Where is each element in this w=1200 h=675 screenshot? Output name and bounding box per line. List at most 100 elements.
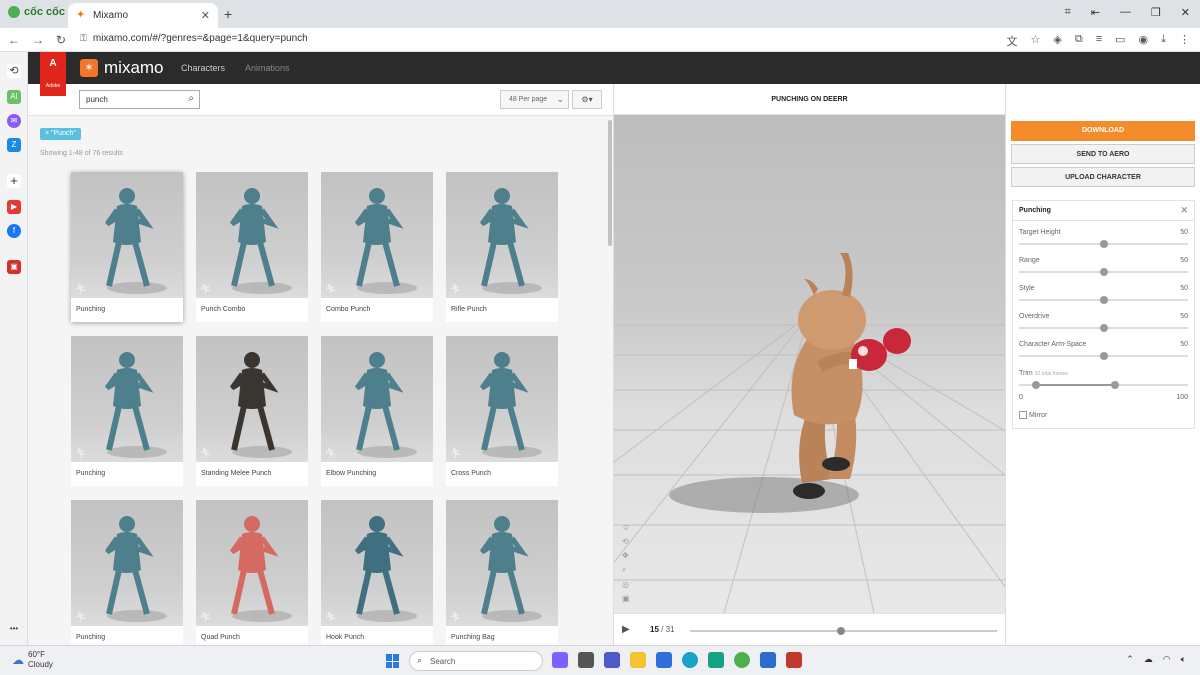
start-button[interactable]	[386, 654, 400, 668]
param-knob[interactable]	[1099, 296, 1108, 304]
timeline-knob[interactable]	[837, 627, 846, 635]
mirror-checkbox[interactable]	[1019, 411, 1027, 419]
animation-card[interactable]: 🏃︎ Rifle Punch	[446, 172, 558, 322]
close-window-icon[interactable]: ✕	[1181, 6, 1190, 19]
teams-icon[interactable]	[604, 652, 620, 668]
character-icon[interactable]: ☺	[622, 523, 630, 532]
search-input[interactable]: punch ⌕	[79, 90, 200, 109]
param-knob[interactable]	[1099, 324, 1108, 332]
param-slider[interactable]	[1019, 352, 1188, 360]
add-panel-icon[interactable]: +	[7, 174, 21, 188]
screenshot-icon[interactable]: ⌗	[1064, 6, 1070, 19]
store-icon[interactable]	[656, 652, 672, 668]
ai-assistant-icon[interactable]: AI	[7, 90, 21, 104]
pan-icon[interactable]: ✥	[622, 551, 630, 560]
history-icon[interactable]: ⟲	[7, 64, 21, 78]
facebook-icon[interactable]: f	[7, 224, 21, 238]
messenger-icon[interactable]: ✉	[7, 114, 21, 128]
reset-view-icon[interactable]: ◎	[622, 580, 630, 589]
close-icon[interactable]: ✕	[1180, 205, 1188, 216]
word-icon[interactable]	[760, 652, 776, 668]
back-history-icon[interactable]: ⇤	[1091, 6, 1100, 19]
url-field[interactable]: ⚿ mixamo.com/#/?genres=&page=1&query=pun…	[80, 33, 308, 44]
filter-chip[interactable]: × "Punch"	[40, 128, 81, 140]
reading-list-icon[interactable]: ≡	[1096, 33, 1102, 49]
coccoc-icon[interactable]	[734, 652, 750, 668]
animation-card[interactable]: 🏃︎ Punching	[71, 336, 183, 486]
play-icon[interactable]: ▶	[622, 624, 630, 635]
translate-icon[interactable]: 文	[1006, 33, 1017, 49]
download-button[interactable]: DOWNLOAD	[1011, 121, 1195, 141]
animation-card[interactable]: 🏃︎ Standing Melee Punch	[196, 336, 308, 486]
per-page-select[interactable]: 48 Per page ⌄	[500, 90, 569, 109]
3d-scene[interactable]: ☺ ⟲ ✥ ⌕ ◎ ▣	[614, 115, 1005, 613]
upload-character-button[interactable]: UPLOAD CHARACTER	[1011, 167, 1195, 187]
animation-card[interactable]: 🏃︎ Combo Punch	[321, 172, 433, 322]
search-icon[interactable]: ⌕	[188, 93, 194, 104]
param-slider[interactable]	[1019, 324, 1188, 332]
animation-card[interactable]: 🏃︎ Punch Combo	[196, 172, 308, 322]
param-slider[interactable]	[1019, 268, 1188, 276]
file-explorer-icon[interactable]	[630, 652, 646, 668]
weather-widget[interactable]: ☁ 60°F Cloudy	[12, 650, 53, 670]
nav-animations[interactable]: Animations	[245, 63, 290, 73]
edge-icon[interactable]	[682, 652, 698, 668]
maximize-icon[interactable]: ❐	[1151, 6, 1161, 19]
param-knob[interactable]	[1099, 352, 1108, 360]
trim-start-knob[interactable]	[1031, 381, 1040, 389]
widgets-icon[interactable]	[552, 652, 568, 668]
youtube-icon[interactable]: ▶	[7, 200, 21, 214]
mixamo-logo[interactable]: ✶ mixamo	[80, 58, 164, 78]
animation-card[interactable]: 🏃︎ Hook Punch	[321, 500, 433, 645]
menu-icon[interactable]: ⋮	[1179, 33, 1190, 49]
param-knob[interactable]	[1099, 268, 1108, 276]
task-view-icon[interactable]	[578, 652, 594, 668]
reload-icon[interactable]: ↻	[56, 33, 66, 47]
close-tab-icon[interactable]: ✕	[201, 9, 210, 22]
more-panels-icon[interactable]: •••	[7, 622, 21, 636]
trim-end-knob[interactable]	[1111, 381, 1120, 389]
minimize-icon[interactable]: —	[1120, 6, 1131, 19]
animation-card[interactable]: 🏃︎ Punching	[71, 500, 183, 645]
sidebar-toggle-icon[interactable]: ▭	[1115, 33, 1125, 49]
taskbar-search[interactable]: ⌕ Search	[409, 651, 543, 671]
timeline-track[interactable]	[690, 627, 997, 635]
wifi-icon[interactable]: ◠	[1163, 654, 1171, 665]
shield-icon[interactable]: ◈	[1053, 33, 1061, 49]
new-tab-button[interactable]: +	[224, 6, 232, 22]
app-m-icon[interactable]	[708, 652, 724, 668]
download-icon[interactable]: ⤓	[1161, 33, 1166, 49]
scroll-thumb[interactable]	[608, 120, 612, 246]
send-to-aero-button[interactable]: SEND TO AERO	[1011, 144, 1195, 164]
forward-icon[interactable]: →	[32, 33, 44, 47]
adobe-logo[interactable]: A Adobe	[40, 52, 66, 96]
mirror-option[interactable]: Mirror	[1019, 411, 1047, 419]
param-knob[interactable]	[1099, 240, 1108, 248]
snipping-icon[interactable]	[786, 652, 802, 668]
site-info-icon[interactable]: ⚿	[80, 33, 87, 44]
tab-mixamo[interactable]: ✦ Mixamo ✕	[68, 3, 218, 28]
animation-card[interactable]: 🏃︎ Cross Punch	[446, 336, 558, 486]
zoom-icon[interactable]: ⌕	[622, 565, 630, 575]
profile-icon[interactable]: ◉	[1139, 33, 1149, 49]
volume-icon[interactable]: 🔈︎	[1181, 654, 1186, 665]
shopping-icon[interactable]: ▣	[7, 260, 21, 274]
animation-card[interactable]: 🏃︎ Punching Bag	[446, 500, 558, 645]
trim-slider[interactable]	[1019, 381, 1188, 389]
param-slider[interactable]	[1019, 296, 1188, 304]
extensions-icon[interactable]: ⧉	[1075, 33, 1083, 49]
param-slider[interactable]	[1019, 240, 1188, 248]
animation-card[interactable]: 🏃︎ Elbow Punching	[321, 336, 433, 486]
back-icon[interactable]: ←	[8, 33, 20, 47]
camera-icon[interactable]: ▣	[622, 594, 630, 603]
nav-characters[interactable]: Characters	[181, 63, 225, 73]
onedrive-icon[interactable]: ☁	[1144, 654, 1153, 665]
settings-dropdown-button[interactable]: ⚙▾	[572, 90, 602, 109]
animation-card[interactable]: 🏃︎ Quad Punch	[196, 500, 308, 645]
rotate-icon[interactable]: ⟲	[622, 537, 630, 546]
animation-card[interactable]: 🏃︎ Punching	[71, 172, 183, 322]
zalo-icon[interactable]: Z	[7, 138, 21, 152]
browse-scrollbar[interactable]	[606, 116, 613, 645]
chevron-up-icon[interactable]: ⌃	[1126, 654, 1134, 665]
bookmark-star-icon[interactable]: ☆	[1030, 33, 1040, 49]
